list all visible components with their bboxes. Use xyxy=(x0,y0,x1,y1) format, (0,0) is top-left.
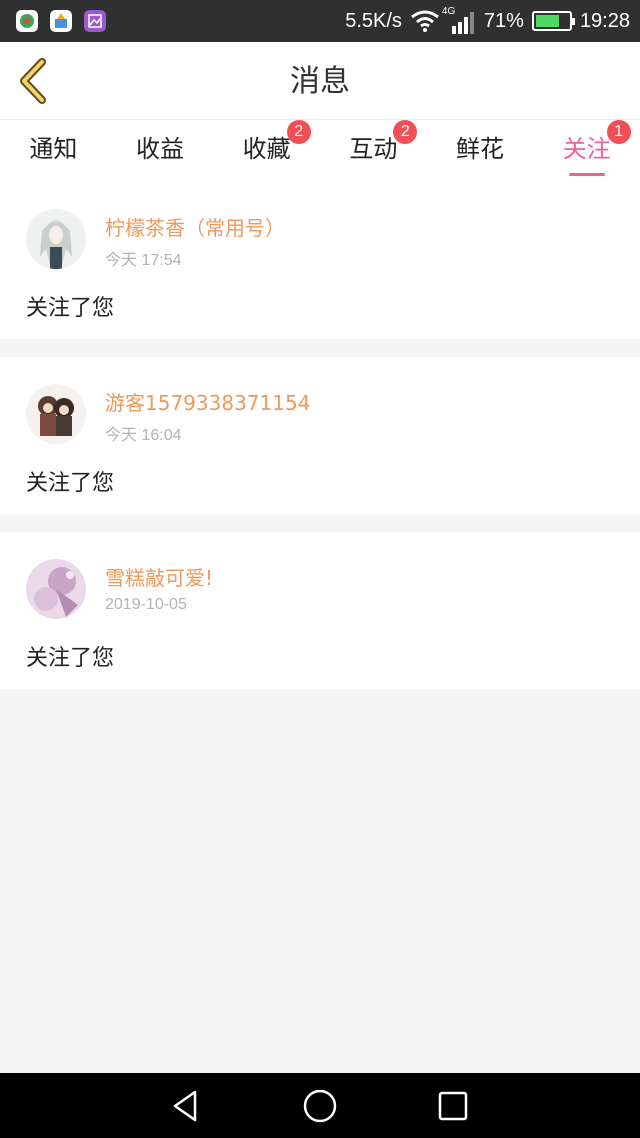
tab-bar: 通知 收益 收藏 2 互动 2 鲜花 关注 1 xyxy=(0,120,640,182)
signal-icon xyxy=(451,12,474,34)
timestamp: 今天 16:04 xyxy=(105,427,182,444)
header: 消息 xyxy=(0,42,640,120)
tab-label: 收藏 xyxy=(242,135,291,163)
clock: 19:28 xyxy=(579,9,630,32)
message-text: 关注了您 xyxy=(26,296,115,321)
tab-follow[interactable]: 关注 1 xyxy=(533,120,640,182)
avatar[interactable] xyxy=(26,384,86,444)
status-app-icons xyxy=(16,10,106,32)
back-triangle-icon[interactable] xyxy=(167,1086,207,1126)
status-bar: 5.5K/s 4G 71% 19:28 xyxy=(0,0,640,42)
message-list: 柠檬茶香（常用号） 今天 17:54 关注了您 游客1579338371154 … xyxy=(0,182,640,707)
message-card[interactable]: 游客1579338371154 今天 16:04 关注了您 xyxy=(0,357,640,514)
unread-badge: 2 xyxy=(393,120,418,144)
tab-label: 关注 xyxy=(562,135,611,163)
battery-percent: 71% xyxy=(483,9,524,32)
avatar[interactable] xyxy=(26,209,86,269)
unread-badge: 1 xyxy=(606,120,631,144)
message-card[interactable]: 柠檬茶香（常用号） 今天 17:54 关注了您 xyxy=(0,182,640,339)
network-speed: 5.5K/s xyxy=(345,9,402,32)
tab-earnings[interactable]: 收益 xyxy=(107,120,214,182)
message-text: 关注了您 xyxy=(26,646,115,671)
message-card[interactable]: 雪糕敲可爱! 2019-10-05 关注了您 xyxy=(0,532,640,689)
timestamp: 今天 17:54 xyxy=(105,252,182,269)
tab-notice[interactable]: 通知 xyxy=(0,120,107,182)
timestamp: 2019-10-05 xyxy=(105,596,187,613)
avatar[interactable] xyxy=(26,559,86,619)
tab-label: 收益 xyxy=(136,135,184,163)
message-text: 关注了您 xyxy=(26,471,115,496)
navigation-bar xyxy=(0,1073,640,1138)
status-right: 5.5K/s 4G 71% 19:28 xyxy=(345,0,630,42)
signal-group: 4G xyxy=(442,6,476,34)
username[interactable]: 雪糕敲可爱! xyxy=(105,562,213,591)
gallery-icon xyxy=(84,10,106,32)
unread-badge: 2 xyxy=(286,120,311,144)
username[interactable]: 游客1579338371154 xyxy=(105,387,310,416)
username[interactable]: 柠檬茶香（常用号） xyxy=(105,212,285,241)
tab-label: 通知 xyxy=(29,135,78,163)
tab-label: 鲜花 xyxy=(456,135,505,163)
wifi-icon xyxy=(410,10,439,32)
app-icon-1 xyxy=(16,10,38,32)
recents-square-icon[interactable] xyxy=(433,1086,473,1126)
active-tab-indicator xyxy=(568,173,605,176)
tab-label: 互动 xyxy=(349,135,398,163)
battery-icon xyxy=(531,11,575,31)
app-icon-2 xyxy=(50,10,72,32)
tab-interaction[interactable]: 互动 2 xyxy=(320,120,427,182)
home-circle-icon[interactable] xyxy=(300,1086,340,1126)
tab-flowers[interactable]: 鲜花 xyxy=(427,120,534,182)
page-title: 消息 xyxy=(290,64,350,99)
tab-favorites[interactable]: 收藏 2 xyxy=(213,120,320,182)
